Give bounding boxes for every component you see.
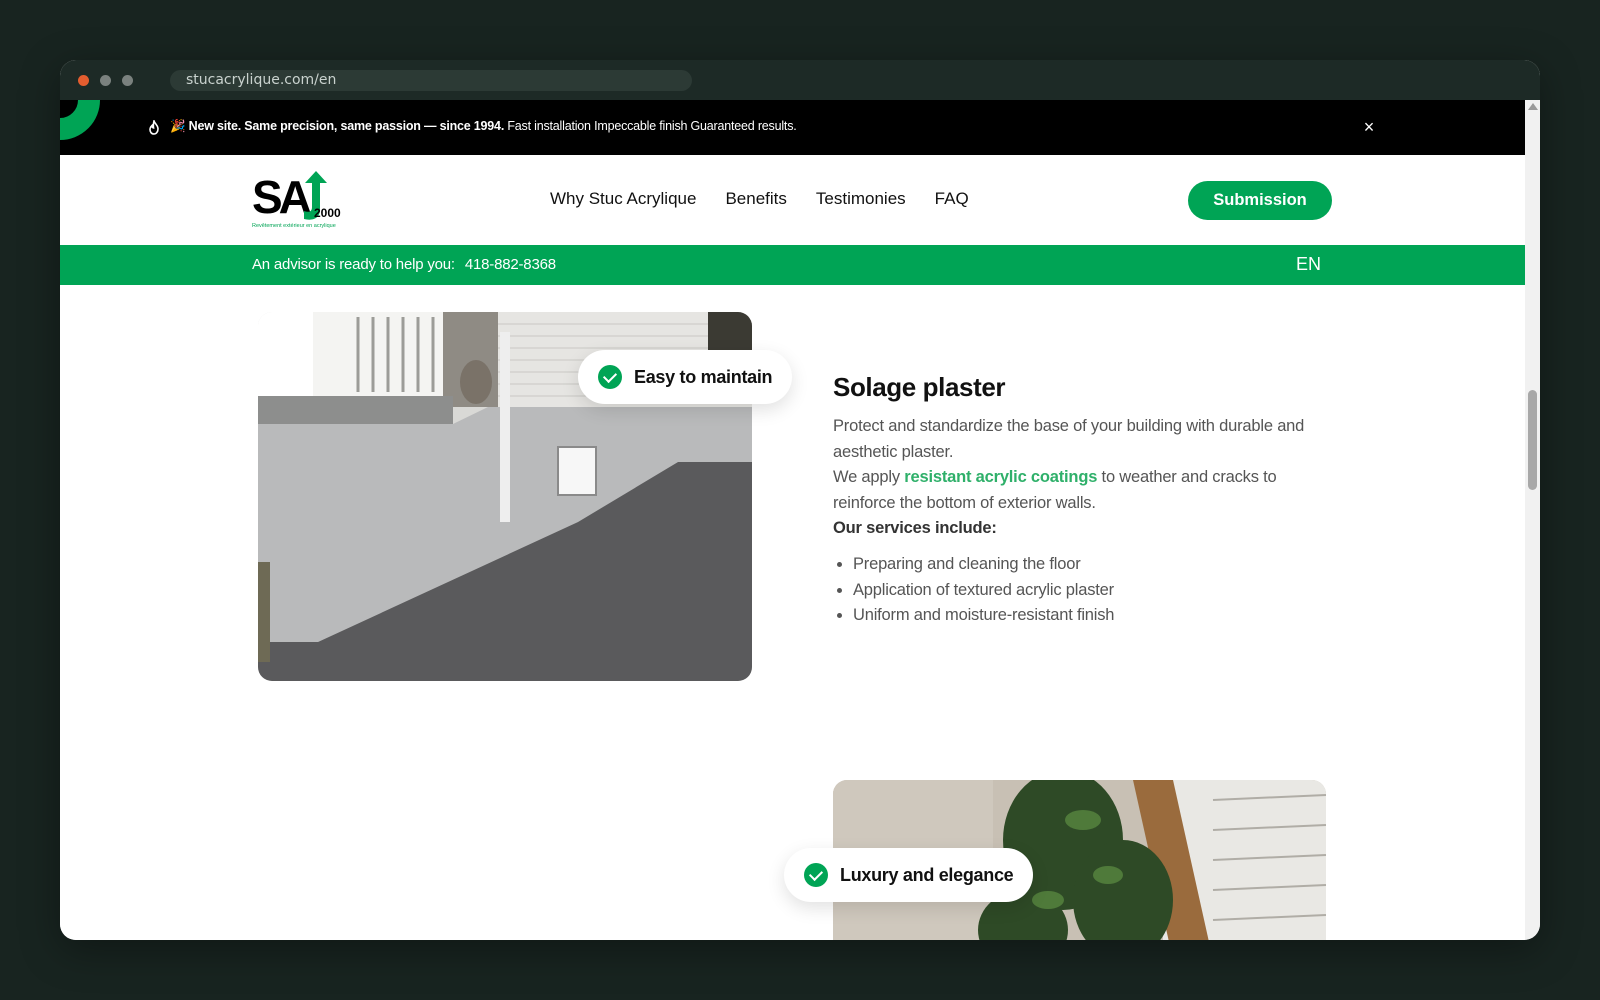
svg-text:Revêtement extérieur en acryli: Revêtement extérieur en acrylique — [252, 223, 336, 229]
contact-bar: An advisor is ready to help you: 418-882… — [60, 245, 1525, 285]
page-viewport: 🎉 New site. Same precision, same passion… — [60, 100, 1525, 940]
service-item: Application of textured acrylic plaster — [853, 578, 1333, 604]
nav-link-why[interactable]: Why Stuc Acrylique — [550, 189, 696, 209]
service-item: Uniform and moisture-resistant finish — [853, 603, 1333, 629]
close-icon[interactable]: × — [1360, 118, 1378, 136]
nav-link-benefits[interactable]: Benefits — [725, 189, 786, 209]
section-title: Solage plaster — [833, 372, 1006, 402]
nav-links: Why Stuc Acrylique Benefits Testimonies … — [550, 189, 969, 209]
service-item: Preparing and cleaning the floor — [853, 552, 1333, 578]
advisor-text: An advisor is ready to help you: 418-882… — [252, 256, 556, 273]
address-bar[interactable]: stucacrylique.com/en — [170, 70, 692, 91]
services-heading: Our services include: — [833, 519, 997, 538]
announcement-bold: 🎉 New site. Same precision, same passion… — [170, 119, 505, 133]
language-switch[interactable]: EN — [1296, 254, 1321, 275]
section-description: We apply resistant acrylic coatings to w… — [833, 465, 1333, 516]
flame-icon — [149, 120, 159, 135]
main-navigation: SA 2000 Revêtement extérieur en acryliqu… — [60, 155, 1525, 245]
announcement-text: 🎉 New site. Same precision, same passion… — [170, 119, 797, 134]
announcement-rest: Fast installation Impeccable finish Guar… — [504, 119, 797, 133]
svg-text:2000: 2000 — [314, 206, 341, 220]
saj-logo[interactable]: SA 2000 Revêtement extérieur en acryliqu… — [252, 169, 344, 229]
browser-window: stucacrylique.com/en 🎉 New site. Same pr… — [60, 60, 1540, 940]
badge-label: Luxury and elegance — [840, 864, 1014, 885]
browser-chrome: stucacrylique.com/en — [60, 60, 1540, 100]
scroll-up-icon[interactable] — [1528, 103, 1538, 110]
section-intro: Protect and standardize the base of your… — [833, 417, 1305, 461]
check-circle-icon — [804, 863, 828, 887]
solage-text-column: Solage plaster Protect and standardize t… — [833, 370, 1333, 629]
close-window-button[interactable] — [78, 75, 89, 86]
description-prefix: We apply — [833, 468, 905, 487]
acrylic-coatings-link[interactable]: resistant acrylic coatings — [904, 468, 1097, 486]
check-circle-icon — [598, 365, 622, 389]
nav-link-testimonies[interactable]: Testimonies — [816, 189, 906, 209]
scrollbar[interactable] — [1525, 100, 1540, 940]
badge-label: Easy to maintain — [634, 366, 773, 387]
maximize-window-button[interactable] — [122, 75, 133, 86]
scrollbar-thumb[interactable] — [1528, 390, 1537, 490]
services-list: Preparing and cleaning the floor Applica… — [833, 552, 1333, 629]
announcement-bar: 🎉 New site. Same precision, same passion… — [60, 100, 1525, 155]
nav-link-faq[interactable]: FAQ — [935, 189, 969, 209]
advisor-label: An advisor is ready to help you: — [252, 256, 455, 273]
decorative-green-shape — [60, 100, 100, 140]
phone-link[interactable]: 418-882-8368 — [465, 256, 556, 273]
minimize-window-button[interactable] — [100, 75, 111, 86]
svg-text:SA: SA — [252, 171, 311, 223]
easy-to-maintain-badge: Easy to maintain — [578, 350, 793, 404]
submission-button[interactable]: Submission — [1188, 181, 1332, 220]
luxury-and-elegance-badge: Luxury and elegance — [784, 848, 1034, 902]
